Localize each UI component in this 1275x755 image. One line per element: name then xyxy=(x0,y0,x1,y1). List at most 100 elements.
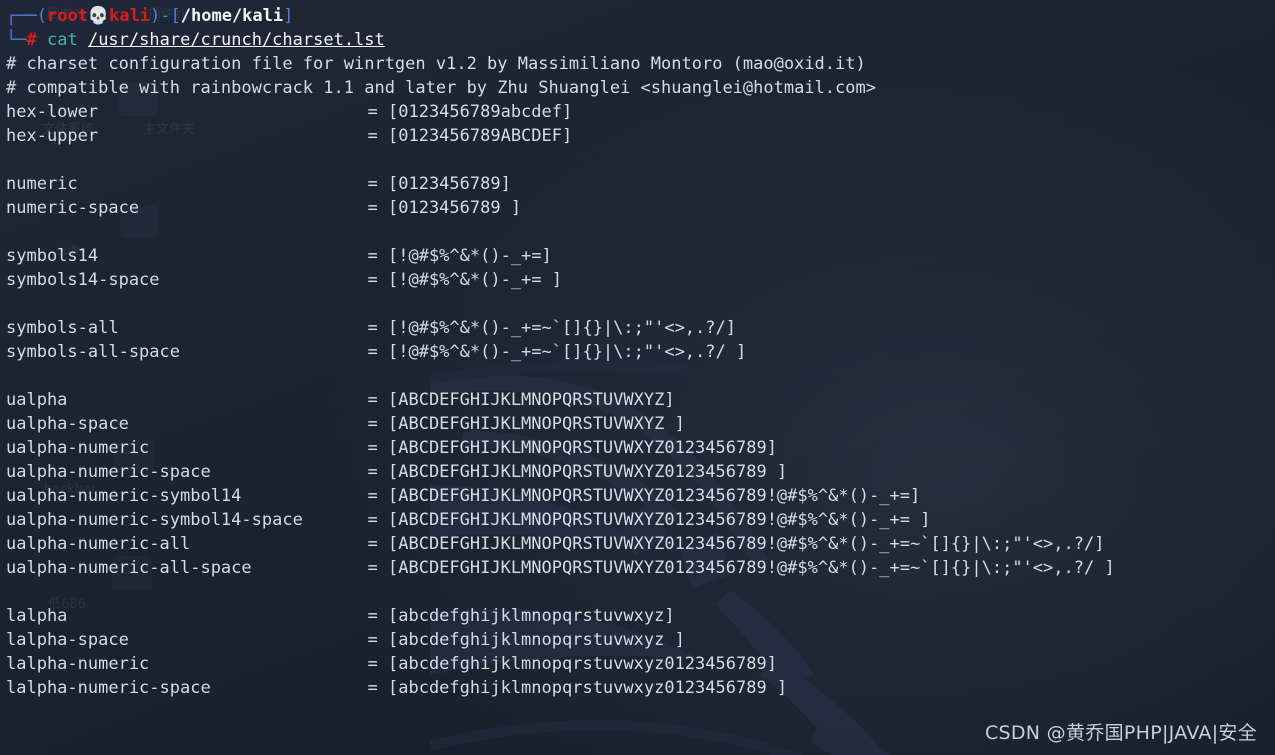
charset-equals: = xyxy=(367,462,378,482)
charset-entry: lalpha-numeric-space = [abcdefghijklmnopq… xyxy=(6,676,1275,700)
charset-gap xyxy=(378,246,388,266)
command-argument: /usr/share/crunch/charset.lst xyxy=(87,30,385,50)
charset-gap xyxy=(378,486,388,506)
charset-value: [ABCDEFGHIJKLMNOPQRSTUVWXYZ0123456789!@#… xyxy=(388,558,1115,578)
charset-value: [!@#$%^&*()-_+= ] xyxy=(388,270,562,290)
charset-gap xyxy=(378,342,388,362)
charset-value: [abcdefghijklmnopqrstuvwxyz] xyxy=(388,606,675,626)
prompt-hash: # xyxy=(26,30,37,50)
prompt-user: root xyxy=(46,6,88,26)
charset-entry: symbols14-space = [!@#$%^&*()-_+= ] xyxy=(6,268,1275,292)
charset-equals: = xyxy=(367,270,378,290)
prompt-line-1: ┌──(root💀kali)-[/home/kali] xyxy=(6,4,1275,28)
terminal-window[interactable]: 文件系统 主文件夹 回收站 插件zip hackbar soft 低686 ┌─… xyxy=(0,0,1275,755)
charset-entry: hex-upper = [0123456789ABCDEF] xyxy=(6,124,1275,148)
charset-entry: ualpha-space = [ABCDEFGHIJKLMNOPQRSTUVWXY… xyxy=(6,412,1275,436)
charset-gap xyxy=(378,102,388,122)
charset-gap xyxy=(378,654,388,674)
charset-equals: = xyxy=(367,102,378,122)
prompt-paren-open: ( xyxy=(36,6,47,26)
charset-gap xyxy=(378,678,388,698)
charset-key: symbols14 xyxy=(6,246,99,266)
charset-equals: = xyxy=(367,318,378,338)
charset-entry: ualpha = [ABCDEFGHIJKLMNOPQRSTUVWXYZ] xyxy=(6,388,1275,412)
charset-value: [ABCDEFGHIJKLMNOPQRSTUVWXYZ0123456789!@#… xyxy=(388,510,931,530)
prompt-bracket-close: ] xyxy=(283,6,294,26)
charset-equals: = xyxy=(367,174,378,194)
charset-entry: lalpha-numeric = [abcdefghijklmnopqrstuvw… xyxy=(6,652,1275,676)
charset-gap xyxy=(378,438,388,458)
charset-entry: numeric-space = [0123456789 ] xyxy=(6,196,1275,220)
charset-key: ualpha-space xyxy=(6,414,129,434)
charset-gap xyxy=(378,558,388,578)
charset-value: [0123456789 ] xyxy=(388,198,522,218)
charset-equals: = xyxy=(367,198,378,218)
charset-key: symbols-all-space xyxy=(6,342,180,362)
charset-entry: numeric = [0123456789] xyxy=(6,172,1275,196)
terminal-screen[interactable]: ┌──(root💀kali)-[/home/kali] └─# cat /usr… xyxy=(0,0,1275,755)
charset-value: [!@#$%^&*()-_+=~`[]{}|\:;"'<>,.?/] xyxy=(388,318,736,338)
charset-entry: lalpha-space = [abcdefghijklmnopqrstuvwxy… xyxy=(6,628,1275,652)
charset-entry: ualpha-numeric-symbol14 = [ABCDEFGHIJKLMN… xyxy=(6,484,1275,508)
charset-value: [0123456789abcdef] xyxy=(388,102,573,122)
charset-key: ualpha-numeric-symbol14-space xyxy=(6,510,303,530)
charset-value: [ABCDEFGHIJKLMNOPQRSTUVWXYZ0123456789] xyxy=(388,438,777,458)
charset-key: ualpha-numeric-space xyxy=(6,462,211,482)
prompt-host: kali xyxy=(109,6,151,26)
comment-line-1: # compatible with rainbowcrack 1.1 and l… xyxy=(6,78,876,98)
charset-value: [abcdefghijklmnopqrstuvwxyz0123456789 ] xyxy=(388,678,788,698)
charset-key: lalpha-space xyxy=(6,630,129,650)
charset-gap xyxy=(378,126,388,146)
charset-value: [0123456789ABCDEF] xyxy=(388,126,573,146)
charset-value: [ABCDEFGHIJKLMNOPQRSTUVWXYZ] xyxy=(388,390,675,410)
charset-key: ualpha-numeric-symbol14 xyxy=(6,486,242,506)
prompt-paren-close: )-[ xyxy=(150,6,181,26)
charset-gap xyxy=(378,390,388,410)
charset-equals: = xyxy=(367,558,378,578)
charset-entry: ualpha-numeric-space = [ABCDEFGHIJKLMNOPQ… xyxy=(6,460,1275,484)
charset-key: hex-upper xyxy=(6,126,99,146)
charset-key: ualpha xyxy=(6,390,68,410)
charset-entry: symbols14 = [!@#$%^&*()-_+=] xyxy=(6,244,1275,268)
charset-equals: = xyxy=(367,654,378,674)
charset-key: numeric xyxy=(6,174,78,194)
command-name: cat xyxy=(46,30,78,50)
charset-value: [0123456789] xyxy=(388,174,511,194)
charset-equals: = xyxy=(367,390,378,410)
charset-value: [!@#$%^&*()-_+=~`[]{}|\:;"'<>,.?/ ] xyxy=(388,342,747,362)
charset-key: ualpha-numeric-all-space xyxy=(6,558,252,578)
charset-value: [abcdefghijklmnopqrstuvwxyz ] xyxy=(388,630,685,650)
charset-key: numeric-space xyxy=(6,198,140,218)
charset-equals: = xyxy=(367,678,378,698)
charset-gap xyxy=(378,462,388,482)
charset-value: [ABCDEFGHIJKLMNOPQRSTUVWXYZ0123456789!@#… xyxy=(388,486,921,506)
charset-entry: ualpha-numeric-symbol14-space = [ABCDEFGH… xyxy=(6,508,1275,532)
charset-value: [ABCDEFGHIJKLMNOPQRSTUVWXYZ0123456789!@#… xyxy=(388,534,1105,554)
charset-value: [abcdefghijklmnopqrstuvwxyz0123456789] xyxy=(388,654,777,674)
charset-equals: = xyxy=(367,486,378,506)
charset-gap xyxy=(378,318,388,338)
charset-equals: = xyxy=(367,246,378,266)
charset-entry: lalpha = [abcdefghijklmnopqrstuvwxyz] xyxy=(6,604,1275,628)
charset-equals: = xyxy=(367,342,378,362)
charset-entry: hex-lower = [0123456789abcdef] xyxy=(6,100,1275,124)
charset-entry: ualpha-numeric = [ABCDEFGHIJKLMNOPQRSTUVW… xyxy=(6,436,1275,460)
charset-value: [ABCDEFGHIJKLMNOPQRSTUVWXYZ ] xyxy=(388,414,685,434)
charset-entry: ualpha-numeric-all = [ABCDEFGHIJKLMNOPQRS… xyxy=(6,532,1275,556)
prompt-cwd: /home/kali xyxy=(180,6,284,26)
charset-key: symbols-all xyxy=(6,318,119,338)
skull-icon: 💀 xyxy=(87,6,110,26)
charset-gap xyxy=(378,534,388,554)
charset-gap xyxy=(378,414,388,434)
charset-equals: = xyxy=(367,510,378,530)
charset-equals: = xyxy=(367,630,378,650)
charset-gap xyxy=(378,174,388,194)
charset-key: lalpha xyxy=(6,606,68,626)
charset-entry-list: hex-lower = [0123456789abcdef] hex-upper = … xyxy=(6,100,1275,700)
charset-equals: = xyxy=(367,438,378,458)
